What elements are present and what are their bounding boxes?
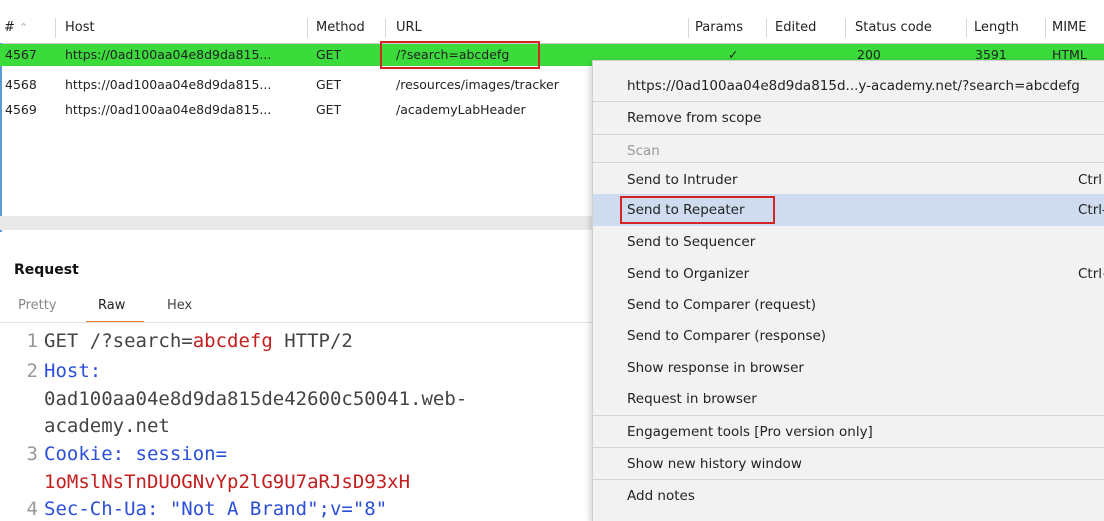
header-value: academy.net [44,415,170,437]
menu-item-send-sequencer[interactable]: Send to Sequencer [593,226,1104,258]
menu-item-url[interactable]: https://0ad100aa04e8d9da815d...y-academy… [593,70,1104,102]
menu-item-comparer-request[interactable]: Send to Comparer (request) [593,289,1104,321]
cell-url: /academyLabHeader [396,102,526,117]
cell-url: /resources/images/tracker [396,77,559,92]
cell-host: https://0ad100aa04e8d9da815... [65,102,272,117]
menu-item-engagement-tools[interactable]: Engagement tools [Pro version only] [593,416,1104,448]
col-num[interactable]: # ⌃ [4,13,28,43]
cell-num: 4569 [5,102,37,117]
cookie-key: Cookie: session= [44,443,228,465]
menu-item-comparer-response[interactable]: Send to Comparer (response) [593,320,1104,352]
cell-host: https://0ad100aa04e8d9da815... [65,77,272,92]
line-number: 1 [26,330,38,352]
horizontal-scrollbar[interactable] [0,216,600,230]
header-line: Sec-Ch-Ua: "Not A Brand";v="8" [44,498,388,520]
menu-item-add-notes[interactable]: Add notes [593,480,1104,512]
col-edited[interactable]: Edited [775,13,816,43]
tab-pretty[interactable]: Pretty [18,298,57,313]
col-params[interactable]: Params [695,13,743,43]
header-value: 0ad100aa04e8d9da815de42600c50041.web- [44,388,468,410]
cell-host: https://0ad100aa04e8d9da815... [65,47,272,62]
cell-num: 4568 [5,77,37,92]
context-menu: https://0ad100aa04e8d9da815d...y-academy… [592,60,1104,521]
cell-method: GET [316,77,342,92]
tab-hex[interactable]: Hex [167,298,192,313]
request-line: GET /?search=abcdefg HTTP/2 [44,330,353,352]
col-length[interactable]: Length [974,13,1019,43]
table-header: # ⌃ Host Method URL Params Edited Status… [0,13,1104,44]
menu-item-request-browser[interactable]: Request in browser [593,383,1104,415]
request-pane: Request Pretty Raw Hex 1 GET /?search=ab… [0,255,600,520]
menu-item-remove-scope[interactable]: Remove from scope [593,102,1104,134]
tab-raw[interactable]: Raw [98,298,125,313]
cell-num: 4567 [5,47,37,62]
repeater-annotation-box [620,196,775,224]
col-mime[interactable]: MIME [1052,13,1086,43]
editor-divider [0,322,600,323]
line-number: 4 [26,498,38,520]
header-key: Host: [44,360,102,382]
menu-item-show-response[interactable]: Show response in browser [593,352,1104,384]
menu-item-send-organizer[interactable]: Send to OrganizerCtrl+ [593,258,1104,290]
col-url[interactable]: URL [396,13,422,43]
cookie-value: 1oMslNsTnDUOGNvYp2lG9U7aRJsD93xH [44,471,411,493]
menu-item-history-window[interactable]: Show new history window [593,448,1104,480]
cell-method: GET [316,47,342,62]
line-number: 3 [26,443,38,465]
col-status[interactable]: Status code [855,13,932,43]
table-left-border [0,43,2,232]
line-number: 2 [26,360,38,382]
col-method[interactable]: Method [316,13,365,43]
url-annotation-box [380,41,540,69]
cell-method: GET [316,102,342,117]
request-title: Request [14,262,79,278]
col-host[interactable]: Host [65,13,95,43]
menu-item-send-intruder[interactable]: Send to Intruder Ctrl [593,164,1104,196]
sort-ascending-icon: ⌃ [19,21,29,34]
